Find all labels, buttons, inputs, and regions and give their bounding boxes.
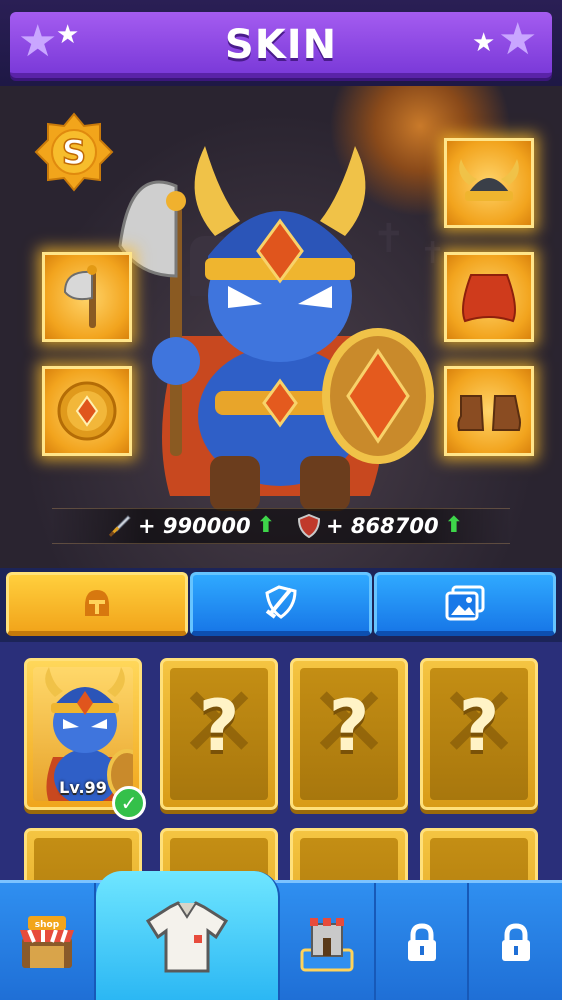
skin-category-tabs [0, 568, 562, 642]
unknown-skin-mark: ? [328, 685, 370, 767]
shirt-icon [145, 901, 229, 973]
equip-slot-accessory[interactable] [42, 366, 132, 456]
attack-value: + 990000 [138, 513, 251, 538]
equip-slot-boots[interactable] [444, 366, 534, 456]
nav-shop[interactable]: shop [0, 883, 96, 1000]
tab-hero-skins[interactable] [6, 572, 188, 636]
nav-locked-1[interactable] [376, 883, 469, 1000]
nav-locked-2[interactable] [469, 883, 562, 1000]
svg-text:S: S [62, 133, 87, 173]
horned-helmet-icon [459, 159, 519, 201]
red-cape-icon [462, 274, 516, 323]
lock-icon [407, 923, 436, 961]
card-inner [430, 838, 528, 882]
hero-character [118, 146, 434, 511]
skin-grid: Lv.99 ✕ ? ✕ ? ✕ ? [0, 642, 562, 882]
picture-icon [445, 585, 485, 621]
equip-slot-weapon[interactable] [42, 252, 132, 342]
shop-sign-label: shop [35, 920, 60, 930]
skin-card-locked[interactable] [420, 828, 538, 882]
bottom-navigation: shop [0, 871, 562, 1000]
card-inner [300, 838, 398, 882]
equipped-check-icon: ✓ [112, 786, 146, 820]
stats-bar: + 990000 ⬆ + 868700 ⬆ [52, 508, 510, 544]
unknown-skin-mark: ? [458, 685, 500, 767]
skin-card-locked[interactable]: ✕ ? [290, 658, 408, 810]
equip-slot-cape[interactable] [444, 252, 534, 342]
boots-icon [457, 395, 521, 431]
character-scene: ✝ ✝ S + 990000 ⬆ + 868700 ⬆ [0, 86, 562, 568]
castle-icon [300, 918, 354, 972]
shop-icon: shop [20, 916, 74, 968]
skin-card-locked[interactable]: ✕ ? [160, 658, 278, 810]
tab-background-skins[interactable] [374, 572, 556, 636]
up-arrow-icon: ⬆ [444, 513, 464, 538]
sword-icon [108, 514, 131, 537]
header: ★ ★ ★ ★ SKIN [0, 0, 562, 86]
skin-card-locked[interactable] [290, 828, 408, 882]
title-banner: ★ ★ ★ ★ SKIN [10, 12, 552, 78]
nav-battle[interactable] [280, 883, 376, 1000]
shield-icon [298, 513, 320, 538]
nav-skin[interactable] [96, 871, 280, 1000]
medallion-icon [57, 381, 117, 441]
up-arrow-icon: ⬆ [256, 513, 276, 538]
s-rank-badge-icon: S [34, 112, 114, 192]
defense-stat: + 868700 ⬆ [298, 513, 463, 538]
attack-stat: + 990000 ⬆ [108, 513, 275, 538]
equip-slot-helmet[interactable] [444, 138, 534, 228]
tab-weapon-skins[interactable] [190, 572, 372, 636]
axe-icon [63, 265, 97, 328]
lock-icon [501, 923, 530, 961]
helmet-icon [85, 590, 109, 616]
defense-value: + 868700 [326, 513, 439, 538]
sword-shield-icon [265, 585, 297, 619]
page-title: SKIN [224, 22, 338, 68]
unknown-skin-mark: ? [198, 685, 240, 767]
skin-card-locked[interactable]: ✕ ? [420, 658, 538, 810]
